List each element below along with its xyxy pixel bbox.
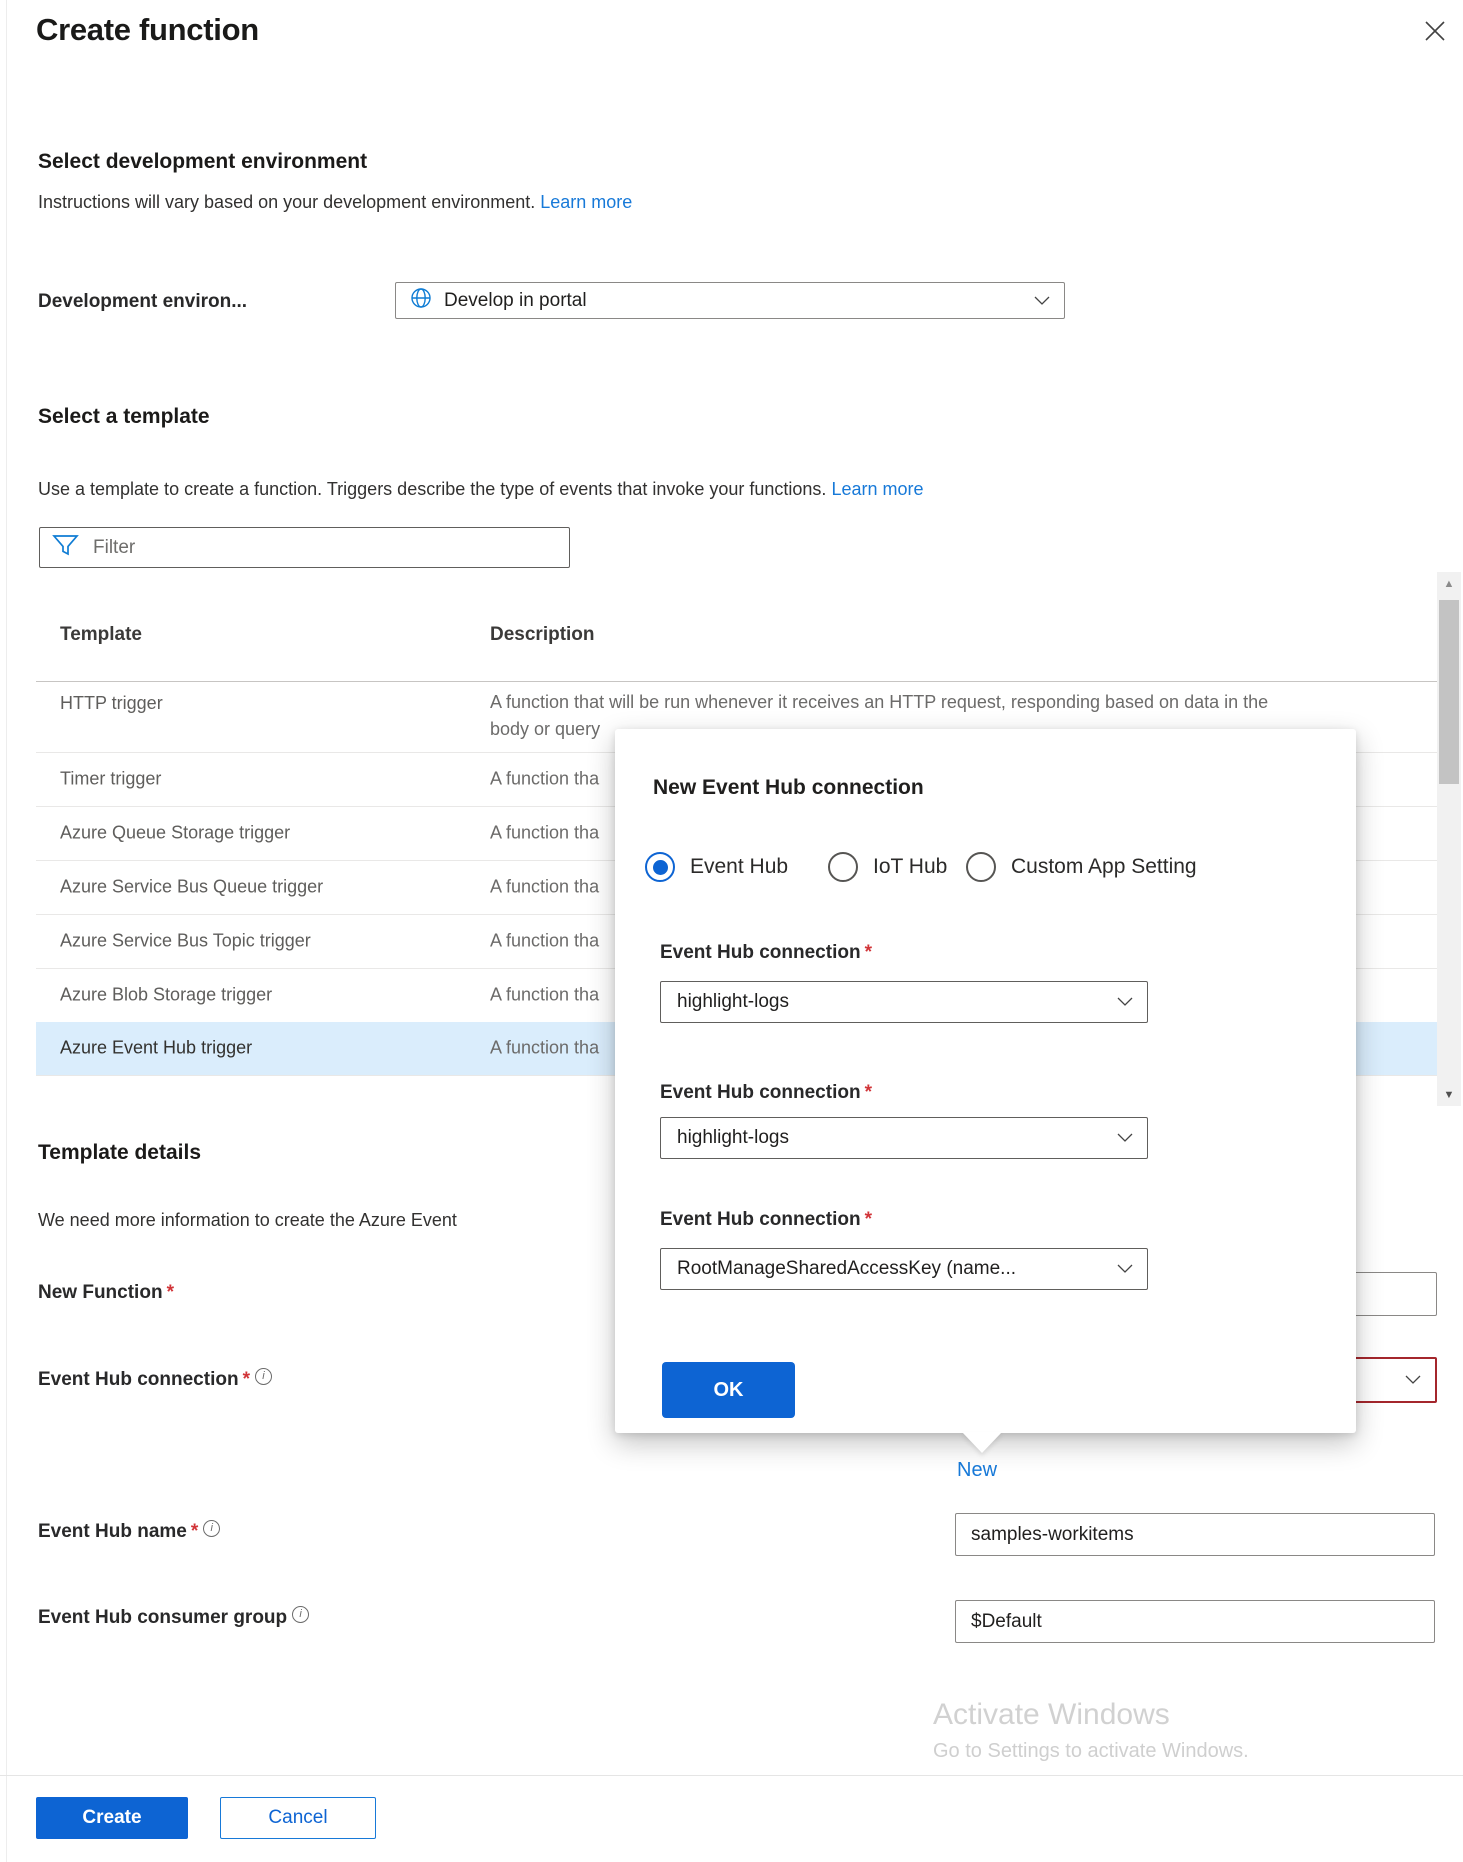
column-header-description: Description	[490, 624, 595, 646]
template-description: A function tha	[490, 984, 599, 1005]
close-icon[interactable]	[1422, 18, 1452, 48]
select-template-heading: Select a template	[38, 405, 210, 429]
template-filter[interactable]	[39, 527, 570, 568]
column-header-template: Template	[60, 624, 142, 646]
radio-selected-icon	[645, 852, 675, 882]
chevron-down-icon	[1117, 993, 1133, 1011]
popup-connection-dropdown-1[interactable]: highlight-logs	[660, 981, 1148, 1023]
template-description: A function tha	[490, 822, 599, 843]
template-description: A function tha	[490, 876, 599, 897]
template-learn-more-link[interactable]: Learn more	[831, 479, 923, 499]
required-asterisk: *	[191, 1521, 198, 1542]
popup-connection-label-1: Event Hub connection*	[660, 942, 872, 964]
radio-event-hub[interactable]: Event Hub	[645, 852, 788, 882]
radio-custom-app-setting[interactable]: Custom App Setting	[966, 852, 1197, 882]
scrollbar-down-icon[interactable]: ▼	[1437, 1089, 1461, 1101]
template-description: A function tha	[490, 930, 599, 951]
new-event-hub-connection-popup: New Event Hub connection Event Hub IoT H…	[615, 729, 1356, 1433]
popup-callout-arrow	[962, 1432, 1002, 1453]
footer-divider	[0, 1775, 1463, 1776]
popup-connection-label-2: Event Hub connection*	[660, 1082, 872, 1104]
select-template-description: Use a template to create a function. Tri…	[38, 479, 924, 500]
event-hub-name-input[interactable]	[955, 1513, 1435, 1556]
info-icon: i	[292, 1606, 309, 1623]
new-connection-link[interactable]: New	[957, 1459, 997, 1482]
cancel-button[interactable]: Cancel	[220, 1797, 376, 1839]
consumer-group-label: Event Hub consumer groupi	[38, 1606, 309, 1629]
required-asterisk: *	[243, 1369, 250, 1390]
event-hub-connection-label: Event Hub connection*i	[38, 1368, 272, 1391]
required-asterisk: *	[865, 1082, 872, 1103]
radio-label: Event Hub	[690, 855, 788, 879]
dev-environment-description: Instructions will vary based on your dev…	[38, 192, 632, 213]
activate-windows-watermark: Activate Windows	[933, 1698, 1170, 1732]
dev-environment-description-text: Instructions will vary based on your dev…	[38, 192, 540, 212]
template-description: A function tha	[490, 768, 599, 789]
template-name: Azure Service Bus Topic trigger	[60, 930, 311, 951]
template-name: Azure Service Bus Queue trigger	[60, 876, 323, 897]
popup-title: New Event Hub connection	[653, 776, 924, 800]
dev-environment-heading: Select development environment	[38, 150, 367, 174]
radio-iot-hub[interactable]: IoT Hub	[828, 852, 947, 882]
template-description: A function tha	[490, 1037, 599, 1058]
globe-icon	[410, 287, 432, 314]
chevron-down-icon	[1405, 1371, 1421, 1389]
filter-input[interactable]	[93, 537, 557, 559]
create-button[interactable]: Create	[36, 1797, 188, 1839]
info-icon: i	[203, 1520, 220, 1537]
radio-unselected-icon	[966, 852, 996, 882]
ok-button[interactable]: OK	[662, 1362, 795, 1418]
event-hub-name-label: Event Hub name*i	[38, 1520, 220, 1543]
popup-connection-dropdown-2[interactable]: highlight-logs	[660, 1117, 1148, 1159]
dev-learn-more-link[interactable]: Learn more	[540, 192, 632, 212]
consumer-group-input[interactable]	[955, 1600, 1435, 1643]
dev-environment-dropdown[interactable]: Develop in portal	[395, 282, 1065, 319]
chevron-down-icon	[1117, 1260, 1133, 1278]
radio-label: Custom App Setting	[1011, 855, 1197, 879]
template-name: Azure Queue Storage trigger	[60, 822, 290, 843]
template-name: Azure Blob Storage trigger	[60, 984, 272, 1005]
chevron-down-icon	[1034, 292, 1050, 310]
activate-windows-subtext: Go to Settings to activate Windows.	[933, 1740, 1249, 1763]
table-scrollbar[interactable]: ▲ ▼	[1437, 572, 1461, 1106]
radio-unselected-icon	[828, 852, 858, 882]
new-function-label: New Function*	[38, 1282, 174, 1304]
filter-funnel-icon	[52, 533, 79, 562]
template-name: Azure Event Hub trigger	[60, 1037, 252, 1058]
popup-connection-label-3: Event Hub connection*	[660, 1209, 872, 1231]
template-details-description: We need more information to create the A…	[38, 1210, 457, 1231]
page-title: Create function	[36, 12, 259, 48]
select-template-description-text: Use a template to create a function. Tri…	[38, 479, 831, 499]
required-asterisk: *	[865, 942, 872, 963]
panel-left-edge	[6, 0, 7, 1862]
chevron-down-icon	[1117, 1129, 1133, 1147]
template-details-heading: Template details	[38, 1141, 201, 1165]
required-asterisk: *	[167, 1282, 174, 1303]
dev-environment-field-label: Development environ...	[38, 291, 247, 313]
scrollbar-up-icon[interactable]: ▲	[1437, 578, 1461, 590]
template-name: Timer trigger	[60, 768, 161, 789]
scrollbar-thumb[interactable]	[1439, 600, 1459, 784]
required-asterisk: *	[865, 1209, 872, 1230]
popup-connection-dropdown-3[interactable]: RootManageSharedAccessKey (name...	[660, 1248, 1148, 1290]
dev-environment-dropdown-value: Develop in portal	[444, 290, 1034, 312]
template-name: HTTP trigger	[60, 693, 163, 714]
radio-label: IoT Hub	[873, 855, 947, 879]
info-icon: i	[255, 1368, 272, 1385]
